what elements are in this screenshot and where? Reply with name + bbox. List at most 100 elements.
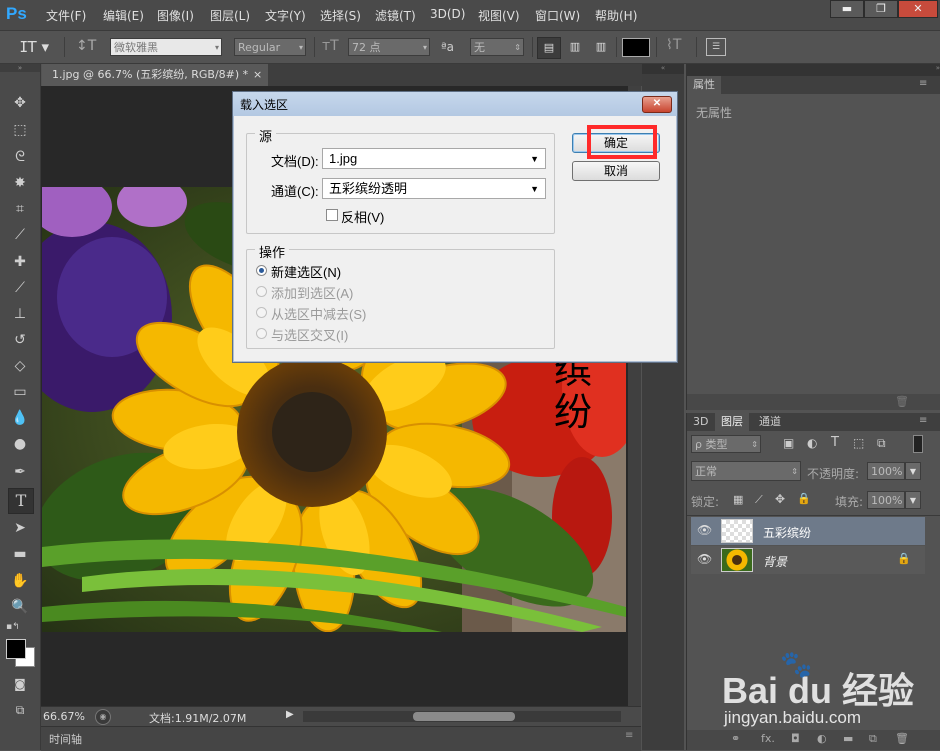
- lasso-tool-icon[interactable]: ᘓ: [8, 145, 32, 169]
- character-panel-icon[interactable]: ☰: [706, 38, 726, 56]
- opacity-dropdown-icon[interactable]: ▼: [905, 462, 921, 480]
- new-group-icon[interactable]: ▬: [843, 732, 853, 745]
- timeline-menu-icon[interactable]: ≡: [625, 730, 633, 741]
- menu-window[interactable]: 窗口(W): [535, 7, 580, 24]
- default-colors-icon[interactable]: ▪↰: [6, 622, 20, 632]
- shape-tool-icon[interactable]: ▬: [8, 542, 32, 566]
- adjustment-layer-icon[interactable]: ◐: [817, 732, 827, 745]
- font-size-select[interactable]: 72 点 ▾: [348, 38, 430, 56]
- cancel-button[interactable]: 取消: [572, 161, 660, 181]
- layer-row-background[interactable]: 👁 背景 🔒: [691, 546, 925, 574]
- dodge-tool-icon[interactable]: ●: [8, 432, 32, 456]
- tab-3d[interactable]: 3D: [687, 413, 714, 431]
- type-tool-icon[interactable]: T: [8, 488, 34, 514]
- move-tool-icon[interactable]: ✥: [8, 91, 32, 115]
- radio-add-selection[interactable]: [256, 286, 267, 297]
- text-tool-preset-icon[interactable]: ⵊT ▾: [20, 38, 49, 56]
- toolbar-collapse-icon[interactable]: »: [0, 64, 40, 72]
- properties-menu-icon[interactable]: ≡: [919, 78, 927, 89]
- crop-tool-icon[interactable]: ⌗: [8, 197, 32, 221]
- fill-input[interactable]: 100%: [867, 491, 905, 509]
- radio-new-selection[interactable]: [256, 265, 267, 276]
- filter-type-icon[interactable]: T: [831, 435, 839, 450]
- magic-wand-icon[interactable]: ✸: [8, 171, 32, 195]
- menu-3d[interactable]: 3D(D): [430, 7, 465, 21]
- layer-style-icon[interactable]: fx.: [761, 732, 775, 745]
- layer-name[interactable]: 背景: [763, 553, 787, 570]
- filter-shape-icon[interactable]: ⬚: [853, 436, 864, 450]
- lock-transparent-icon[interactable]: ▦: [733, 493, 743, 506]
- menu-file[interactable]: 文件(F): [46, 7, 86, 24]
- filter-pixel-icon[interactable]: ▣: [783, 436, 794, 450]
- hand-tool-icon[interactable]: ✋: [8, 569, 32, 593]
- menu-layer[interactable]: 图层(L): [210, 7, 250, 24]
- menu-image[interactable]: 图像(I): [157, 7, 194, 24]
- status-info-icon[interactable]: ◉: [95, 709, 111, 725]
- align-left-icon[interactable]: ▤: [537, 37, 561, 59]
- document-select[interactable]: 1.jpg ▼: [322, 148, 546, 169]
- gradient-tool-icon[interactable]: ▭: [8, 380, 32, 404]
- text-color-swatch[interactable]: [622, 38, 650, 57]
- anti-alias-select[interactable]: 无 ⇕: [470, 38, 524, 56]
- screen-mode-icon[interactable]: ⧉: [8, 698, 32, 722]
- align-right-icon[interactable]: ▥: [590, 37, 612, 57]
- layer-name[interactable]: 五彩缤纷: [763, 524, 811, 541]
- opacity-input[interactable]: 100%: [867, 462, 905, 480]
- history-brush-icon[interactable]: ↺: [8, 328, 32, 352]
- lock-position-icon[interactable]: ✥: [775, 492, 785, 506]
- eyedropper-icon[interactable]: ⟋: [8, 223, 32, 247]
- tab-layers[interactable]: 图层: [715, 413, 749, 431]
- radio-intersect-selection[interactable]: [256, 328, 267, 339]
- blend-mode-select[interactable]: 正常 ⇕: [691, 461, 801, 481]
- tab-channels[interactable]: 通道: [753, 413, 787, 431]
- zoom-tool-icon[interactable]: 🔍: [8, 595, 32, 619]
- lock-pixels-icon[interactable]: ⟋: [755, 493, 763, 507]
- layer-visibility-eye-icon[interactable]: 👁: [697, 523, 712, 537]
- lock-all-icon[interactable]: 🔒: [797, 492, 811, 505]
- close-window-button[interactable]: ✕: [898, 0, 938, 18]
- filter-smartobject-icon[interactable]: ⧉: [877, 436, 886, 451]
- horizontal-scrollbar[interactable]: [303, 711, 621, 722]
- delete-layer-icon[interactable]: 🗑: [895, 732, 909, 745]
- brush-tool-icon[interactable]: ⟋: [8, 276, 32, 300]
- menu-view[interactable]: 视图(V): [478, 7, 520, 24]
- zoom-level[interactable]: 66.67%: [43, 710, 85, 723]
- invert-checkbox[interactable]: [326, 209, 338, 221]
- clone-stamp-icon[interactable]: ⊥: [8, 302, 32, 326]
- eraser-tool-icon[interactable]: ◇: [8, 354, 32, 378]
- new-layer-icon[interactable]: ⧉: [869, 732, 877, 746]
- menu-help[interactable]: 帮助(H): [595, 7, 637, 24]
- layer-visibility-eye-icon[interactable]: 👁: [697, 552, 712, 566]
- menu-select[interactable]: 选择(S): [320, 7, 361, 24]
- restore-button[interactable]: ❐: [864, 0, 898, 18]
- quick-mask-icon[interactable]: ◙: [8, 672, 32, 696]
- dialog-titlebar[interactable]: 载入选区 ✕: [233, 92, 677, 116]
- status-menu-arrow-icon[interactable]: ▶: [286, 709, 294, 720]
- foreground-color-swatch[interactable]: [6, 639, 26, 659]
- minimize-button[interactable]: ▬: [830, 0, 864, 18]
- path-selection-icon[interactable]: ➤: [8, 516, 32, 540]
- document-tab[interactable]: 1.jpg @ 66.7% (五彩缤纷, RGB/8#) * ×: [42, 64, 268, 86]
- healing-brush-icon[interactable]: ✚: [8, 250, 32, 274]
- layer-filter-select[interactable]: ρ 类型 ⇕: [691, 435, 761, 453]
- fill-dropdown-icon[interactable]: ▼: [905, 491, 921, 509]
- dock-collapse-icon[interactable]: »: [686, 64, 940, 76]
- align-center-icon[interactable]: ▥: [564, 37, 586, 57]
- link-layers-icon[interactable]: ⚭: [731, 732, 740, 745]
- filter-adjustment-icon[interactable]: ◐: [807, 436, 817, 450]
- text-orientation-icon[interactable]: ↕T: [76, 38, 96, 54]
- menu-filter[interactable]: 滤镜(T): [375, 7, 416, 24]
- pen-tool-icon[interactable]: ✒: [8, 460, 32, 484]
- horizontal-scroll-thumb[interactable]: [413, 712, 515, 721]
- add-mask-icon[interactable]: ◘: [791, 732, 800, 745]
- strip-collapse-icon[interactable]: «: [642, 64, 684, 74]
- blur-tool-icon[interactable]: 💧: [8, 406, 32, 430]
- timeline-tab[interactable]: 时间轴: [49, 731, 82, 747]
- dialog-close-icon[interactable]: ✕: [642, 96, 672, 113]
- layer-row-text[interactable]: 👁 五彩缤纷: [691, 517, 925, 545]
- properties-tab[interactable]: 属性: [687, 76, 721, 94]
- menu-type[interactable]: 文字(Y): [265, 7, 306, 24]
- filter-toggle-switch[interactable]: [913, 435, 923, 453]
- layers-menu-icon[interactable]: ≡: [919, 415, 927, 426]
- radio-subtract-selection[interactable]: [256, 307, 267, 318]
